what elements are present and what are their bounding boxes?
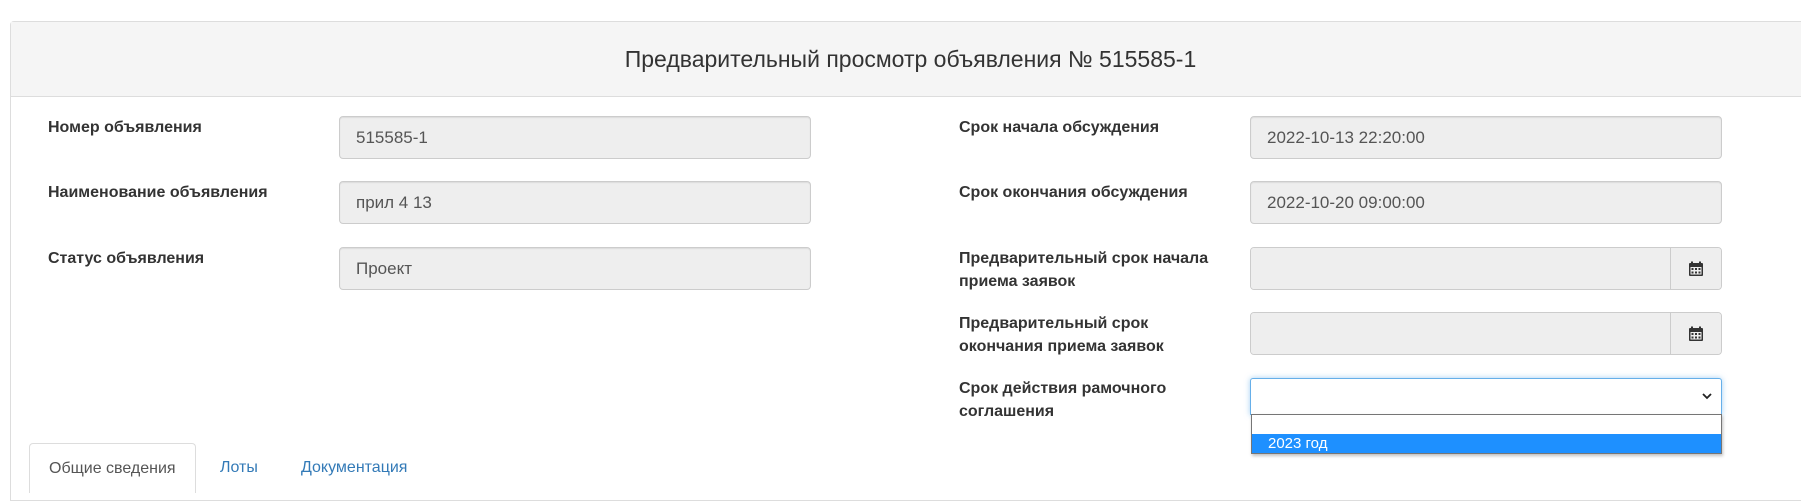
announcement-number-label: Номер объявления	[48, 119, 202, 136]
prelim-start-label: Предварительный срок начала приема заяво…	[959, 247, 1208, 293]
prelim-end-calendar-button[interactable]	[1670, 313, 1721, 354]
prelim-start-date-picker	[1250, 247, 1722, 290]
prelim-end-date-input[interactable]	[1251, 313, 1670, 354]
discussion-end-field[interactable]: 2022-10-20 09:00:00	[1250, 181, 1722, 224]
framework-term-select[interactable]	[1250, 378, 1722, 415]
tab-general-info[interactable]: Общие сведения	[29, 443, 196, 493]
prelim-end-date-picker	[1250, 312, 1722, 355]
announcement-name-field[interactable]: прил 4 13	[339, 181, 811, 224]
dropdown-option-empty[interactable]	[1252, 415, 1721, 434]
dropdown-option-2023[interactable]: 2023 год	[1252, 434, 1721, 453]
calendar-icon	[1689, 261, 1703, 276]
framework-term-dropdown: 2023 год	[1251, 414, 1722, 454]
page-title: Предварительный просмотр объявления № 51…	[11, 22, 1801, 97]
announcement-name-label: Наименование объявления	[48, 184, 268, 201]
prelim-end-label: Предварительный срок окончания приема за…	[959, 312, 1164, 358]
tab-documentation[interactable]: Документация	[301, 443, 407, 493]
announcement-number-field[interactable]: 515585-1	[339, 116, 811, 159]
chevron-down-icon	[1702, 393, 1712, 400]
discussion-start-label: Срок начала обсуждения	[959, 119, 1160, 136]
prelim-end-label-line1: Предварительный срок	[959, 315, 1149, 332]
prelim-start-label-line1: Предварительный срок начала	[959, 250, 1209, 267]
announcement-status-field[interactable]: Проект	[339, 247, 811, 290]
tab-lots[interactable]: Лоты	[220, 443, 258, 493]
framework-term-label-line2: соглашения	[959, 403, 1055, 420]
prelim-start-label-line2: приема заявок	[959, 273, 1076, 290]
framework-term-label-line1: Срок действия рамочного	[959, 380, 1167, 397]
discussion-start-field[interactable]: 2022-10-13 22:20:00	[1250, 116, 1722, 159]
prelim-start-calendar-button[interactable]	[1670, 248, 1721, 289]
calendar-icon	[1689, 326, 1703, 341]
discussion-end-label: Срок окончания обсуждения	[959, 184, 1188, 201]
prelim-end-label-line2: окончания приема заявок	[959, 338, 1164, 355]
framework-term-label: Срок действия рамочного соглашения	[959, 377, 1166, 423]
prelim-start-date-input[interactable]	[1251, 248, 1670, 289]
announcement-status-label: Статус объявления	[48, 250, 205, 267]
